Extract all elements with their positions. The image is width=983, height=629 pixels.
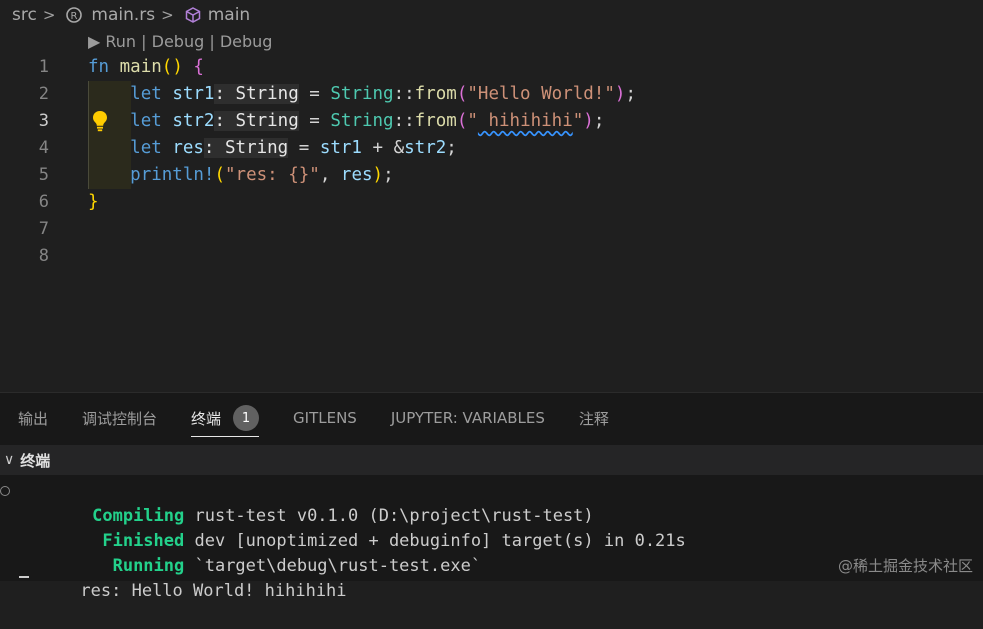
- macro-name: println!: [130, 165, 215, 185]
- string-literal: "Hello World!": [467, 84, 615, 104]
- code-line-2: 2 let str1: String = String::from("Hello…: [0, 81, 983, 108]
- variable: str2: [172, 111, 215, 131]
- terminal-line: Running `target\debug\rust-test.exe`: [0, 529, 983, 576]
- terminal-output[interactable]: Compiling rust-test v0.1.0 (D:\project\r…: [0, 479, 983, 601]
- tab-output[interactable]: 输出: [18, 393, 48, 443]
- open-paren: (: [214, 165, 225, 185]
- semicolon: ;: [593, 111, 605, 131]
- panel-tabs: 输出 调试控制台 终端 1 GITLENS JUPYTER: VARIABLES…: [0, 393, 983, 443]
- line-number: 5: [38, 165, 49, 185]
- watermark: @稀土掘金技术社区: [837, 557, 973, 575]
- terminal-section-header[interactable]: ∨ 终端: [0, 445, 983, 475]
- tab-terminal[interactable]: 终端 1: [191, 393, 260, 443]
- tab-terminal-label: 终端: [191, 409, 222, 428]
- type-name: String: [330, 111, 394, 131]
- function-call: from: [414, 84, 457, 104]
- operator: =: [288, 138, 320, 158]
- open-brace: {: [193, 57, 204, 77]
- tab-debug-console[interactable]: 调试控制台: [82, 393, 157, 443]
- cube-icon: [185, 7, 200, 23]
- bottom-panel: 输出 调试控制台 终端 1 GITLENS JUPYTER: VARIABLES…: [0, 392, 983, 601]
- open-paren: (: [456, 84, 468, 104]
- program-output: res: Hello World! hihihihi: [80, 581, 347, 601]
- svg-text:R: R: [71, 11, 78, 22]
- code-line-7: 7: [0, 216, 983, 243]
- string-quote: ": [467, 111, 478, 131]
- function-name: main: [119, 57, 162, 77]
- code-editor[interactable]: ▶ Run | Debug | Debug 1 fn main() { 2 le…: [0, 30, 983, 392]
- terminal-line: Compiling rust-test v0.1.0 (D:\project\r…: [0, 479, 983, 526]
- code-text[interactable]: }: [88, 189, 99, 216]
- code-text[interactable]: println!("res: {}", res);: [88, 162, 394, 189]
- type-hint: : String: [214, 84, 299, 104]
- string-quote: ": [572, 111, 584, 131]
- terminal-section-title: 终端: [20, 451, 51, 470]
- close-paren: ): [614, 84, 626, 104]
- semicolon: ;: [625, 84, 636, 104]
- code-line-3: 3 let str2: String = String::from(" hihi…: [0, 108, 983, 135]
- code-text[interactable]: fn main() {: [88, 54, 204, 81]
- terminal-cursor: [19, 576, 29, 578]
- line-number: 8: [38, 246, 49, 266]
- operator: =: [298, 84, 331, 104]
- code-line-6: 6 }: [0, 189, 983, 216]
- variable: res: [340, 165, 373, 185]
- semicolon: ;: [446, 138, 457, 158]
- type-name: String: [330, 84, 394, 104]
- breadcrumb-symbol[interactable]: main: [208, 5, 250, 25]
- terminal-count-badge: 1: [233, 405, 260, 431]
- function-call: from: [414, 111, 457, 131]
- chevron-right-icon: >: [161, 6, 174, 24]
- line-number: 6: [38, 192, 49, 212]
- semicolon: ;: [383, 165, 394, 185]
- string-literal-typo[interactable]: hihihihi: [478, 111, 572, 131]
- tab-jupyter-variables[interactable]: JUPYTER: VARIABLES: [391, 393, 545, 443]
- chevron-right-icon: >: [42, 6, 56, 24]
- code-text[interactable]: let str1: String = String::from("Hello W…: [88, 81, 636, 108]
- close-paren: ): [583, 111, 594, 131]
- keyword: let: [130, 138, 162, 158]
- line-number: 2: [38, 84, 49, 104]
- line-number: 1: [38, 57, 49, 77]
- breadcrumb: src > R main.rs > main: [0, 0, 983, 30]
- line-number: 3: [38, 111, 49, 131]
- rust-icon: R: [66, 7, 83, 23]
- string-literal: "res: {}": [225, 165, 320, 185]
- codelens-run-debug[interactable]: ▶ Run | Debug | Debug: [88, 32, 272, 51]
- breadcrumb-file[interactable]: main.rs: [91, 5, 155, 25]
- keyword: fn: [88, 57, 110, 77]
- parens: (): [161, 57, 183, 77]
- tab-comments[interactable]: 注释: [579, 393, 609, 443]
- keyword: let: [130, 84, 162, 104]
- comma: ,: [319, 165, 341, 185]
- command-decoration-icon[interactable]: [0, 486, 10, 496]
- keyword: let: [130, 111, 162, 131]
- tab-gitlens[interactable]: GITLENS: [293, 393, 357, 443]
- code-line-1: 1 fn main() {: [0, 54, 983, 81]
- chevron-down-icon[interactable]: ∨: [4, 452, 14, 468]
- line-number: 7: [38, 219, 49, 239]
- code-line-4: 4 let res: String = str1 + &str2;: [0, 135, 983, 162]
- variable: str2: [404, 138, 447, 158]
- close-brace: }: [88, 192, 99, 212]
- code-line-8: 8: [0, 243, 983, 270]
- path-sep: ::: [393, 111, 415, 131]
- terminal-line: res: Hello World! hihihihi: [0, 554, 983, 601]
- code-text[interactable]: let str2: String = String::from(" hihihi…: [88, 108, 604, 135]
- code-line-5: 5 println!("res: {}", res);: [0, 162, 983, 189]
- line-number: 4: [38, 138, 49, 158]
- type-hint: : String: [203, 138, 289, 158]
- path-sep: ::: [393, 84, 415, 104]
- operator: + &: [361, 138, 405, 158]
- breadcrumb-folder[interactable]: src: [12, 5, 37, 25]
- operator: =: [298, 111, 331, 131]
- terminal-line: Finished dev [unoptimized + debuginfo] t…: [0, 504, 983, 551]
- close-paren: ): [372, 165, 384, 185]
- variable: res: [172, 138, 204, 158]
- type-hint: : String: [214, 111, 299, 131]
- code-text[interactable]: let res: String = str1 + &str2;: [88, 135, 457, 162]
- variable: str1: [319, 138, 362, 158]
- open-paren: (: [456, 111, 468, 131]
- variable: str1: [172, 84, 215, 104]
